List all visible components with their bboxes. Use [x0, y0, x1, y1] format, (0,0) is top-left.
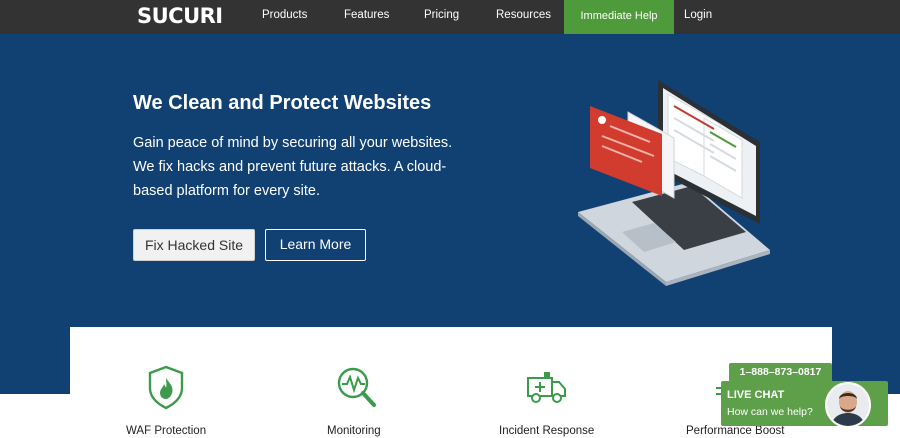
nav-pricing[interactable]: Pricing — [424, 0, 459, 34]
feature-label-waf-protection[interactable]: WAF Protection — [126, 425, 206, 437]
nav-login[interactable]: Login — [684, 0, 712, 34]
support-agent-avatar[interactable] — [825, 382, 871, 428]
live-chat-subtitle[interactable]: How can we help? — [727, 406, 813, 418]
ambulance-icon — [527, 372, 566, 403]
learn-more-button[interactable]: Learn More — [265, 229, 366, 261]
fix-hacked-site-button[interactable]: Fix Hacked Site — [133, 229, 255, 261]
hero-description-line: Gain peace of mind by securing all your … — [133, 135, 453, 151]
top-navigation: SUCURI Products Features Pricing Resourc… — [0, 0, 900, 34]
nav-immediate-help-button[interactable]: Immediate Help — [564, 0, 674, 34]
hero-description-line: We fix hacks and prevent future attacks.… — [133, 159, 447, 175]
hero-description-line: based platform for every site. — [133, 183, 320, 199]
magnifier-pulse-icon — [337, 367, 376, 407]
nav-features[interactable]: Features — [344, 0, 389, 34]
nav-products[interactable]: Products — [262, 0, 307, 34]
hero-title: We Clean and Protect Websites — [133, 92, 432, 114]
laptop-dashboard-illustration — [578, 80, 770, 286]
sucuri-logo[interactable]: SUCURI — [137, 4, 223, 28]
shield-flame-icon — [148, 365, 184, 410]
phone-number-badge[interactable]: 1–888–873–0817 — [729, 363, 832, 382]
nav-resources[interactable]: Resources — [496, 0, 551, 34]
feature-label-incident-response[interactable]: Incident Response — [499, 425, 594, 437]
feature-label-performance-boost[interactable]: Performance Boost — [686, 425, 784, 437]
feature-label-monitoring[interactable]: Monitoring — [327, 425, 381, 437]
live-chat-title[interactable]: LIVE CHAT — [727, 389, 784, 401]
agent-portrait-icon — [827, 384, 869, 426]
